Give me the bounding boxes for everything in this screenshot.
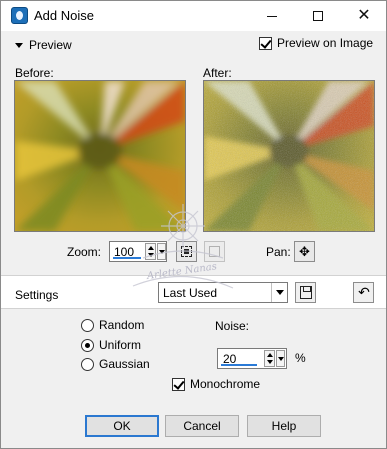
maximize-icon — [313, 11, 323, 21]
fit-icon — [181, 246, 192, 257]
save-preset-button[interactable] — [295, 282, 316, 303]
actual-size-icon — [209, 246, 220, 257]
preset-dropdown[interactable]: Last Used — [158, 282, 288, 303]
window-title: Add Noise — [34, 8, 94, 23]
spin-up-icon[interactable] — [267, 353, 273, 357]
reset-icon: ↶ — [358, 284, 370, 300]
radio-random-label: Random — [99, 318, 145, 332]
radio-random[interactable]: Random — [81, 318, 144, 332]
preset-value: Last Used — [163, 286, 218, 300]
monochrome-checkbox[interactable]: Monochrome — [172, 377, 260, 391]
spin-up-icon[interactable] — [148, 246, 154, 250]
move-icon: ✥ — [299, 244, 310, 259]
noise-input[interactable]: 20 — [217, 348, 287, 369]
ok-button[interactable]: OK — [85, 415, 159, 437]
preview-on-image-checkbox[interactable]: Preview on Image — [259, 36, 373, 50]
minimize-icon — [267, 16, 277, 17]
actual-size-button[interactable] — [204, 241, 225, 262]
radio-gaussian-circle[interactable] — [81, 357, 94, 371]
radio-uniform-circle[interactable] — [81, 338, 94, 352]
spin-down-icon[interactable] — [267, 360, 273, 364]
monochrome-label: Monochrome — [190, 377, 261, 391]
save-icon — [300, 286, 312, 299]
radio-gaussian[interactable]: Gaussian — [81, 357, 150, 371]
zoom-label: Zoom: — [67, 245, 102, 259]
chevron-down-icon[interactable] — [271, 283, 287, 302]
zoom-value-underline — [113, 257, 141, 259]
after-preview-image[interactable] — [203, 80, 375, 232]
noise-value-underline — [221, 364, 257, 366]
preview-toggle-label: Preview — [29, 38, 72, 52]
zoom-dropdown-button[interactable] — [157, 243, 166, 260]
preview-toggle[interactable]: Preview — [15, 37, 72, 53]
help-button[interactable]: Help — [247, 415, 321, 437]
noise-unit: % — [295, 351, 306, 365]
after-label: After: — [203, 66, 232, 80]
radio-gaussian-label: Gaussian — [99, 357, 150, 371]
before-preview-image[interactable] — [14, 80, 186, 232]
monochrome-check[interactable] — [172, 377, 185, 391]
reset-button[interactable]: ↶ — [353, 282, 374, 303]
zoom-spinner[interactable] — [145, 243, 156, 260]
cancel-button[interactable]: Cancel — [165, 415, 239, 437]
spin-down-icon[interactable] — [148, 253, 154, 257]
zoom-to-fit-button[interactable] — [176, 241, 197, 262]
radio-uniform-label: Uniform — [99, 338, 142, 352]
add-noise-dialog: Add Noise ✕ Preview Preview on Image Bef… — [0, 0, 387, 449]
noise-spinner[interactable] — [264, 350, 275, 367]
settings-label: Settings — [15, 288, 59, 302]
minimize-button[interactable] — [249, 1, 295, 31]
title-bar[interactable]: Add Noise ✕ — [1, 1, 386, 31]
before-label: Before: — [15, 66, 54, 80]
close-button[interactable]: ✕ — [341, 1, 387, 31]
preview-on-image-label: Preview on Image — [277, 36, 374, 50]
zoom-input[interactable]: 100 — [109, 241, 167, 262]
noise-dropdown-button[interactable] — [276, 350, 285, 367]
close-icon: ✕ — [357, 7, 371, 24]
radio-uniform[interactable]: Uniform — [81, 338, 141, 352]
app-icon — [11, 7, 28, 24]
chevron-down-icon — [15, 42, 23, 48]
pan-label: Pan: — [266, 245, 291, 259]
pan-button[interactable]: ✥ — [294, 241, 315, 262]
radio-random-circle[interactable] — [81, 318, 94, 332]
noise-label: Noise: — [215, 319, 250, 333]
preview-on-image-check[interactable] — [259, 36, 272, 50]
maximize-button[interactable] — [295, 1, 341, 31]
before-image-graphic — [15, 81, 185, 231]
after-image-graphic — [204, 81, 374, 231]
